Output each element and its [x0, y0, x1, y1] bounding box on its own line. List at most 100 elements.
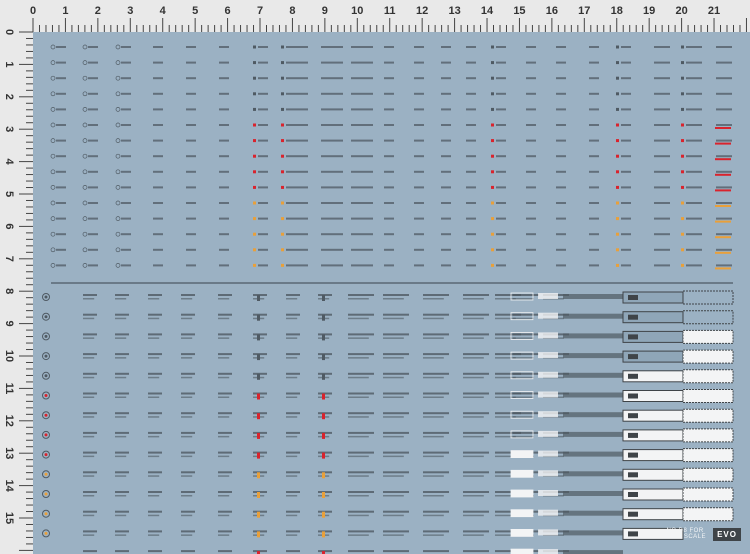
- decal-stripe: [496, 61, 506, 64]
- decal-row-upper: [50, 169, 732, 176]
- decal-label-box: [538, 450, 558, 457]
- decal-hazard-stripe: [563, 451, 623, 457]
- decal-stripe: [463, 455, 484, 458]
- decal-caution-plate: [682, 369, 734, 384]
- decal-stripe: [148, 416, 160, 418]
- decal-sheet: NO.D8 FOR 1/100 SCALE EVO: [33, 32, 750, 554]
- decal-stripe: [88, 186, 98, 189]
- decal-stripe: [423, 372, 449, 375]
- decal-chevron: [628, 354, 638, 360]
- decal-row-lower: [42, 349, 734, 364]
- decal-label-box: [538, 549, 558, 554]
- decal-stripe: [148, 392, 162, 395]
- ruler-label: 3: [3, 126, 15, 132]
- decal-stripe: [348, 471, 374, 474]
- decal-stripe: [219, 46, 229, 48]
- decal-accent-dot: [281, 170, 284, 174]
- decal-stripe: [441, 248, 451, 251]
- decal-stripe: [181, 337, 193, 339]
- decal-stripe: [423, 357, 444, 359]
- decal-stripe: [219, 77, 229, 80]
- decal-stripe: [56, 46, 66, 48]
- decal-accent-dot: [491, 123, 494, 127]
- ruler-label: 11: [3, 383, 15, 395]
- decal-stripe: [348, 357, 369, 359]
- decal-stripe: [621, 155, 631, 158]
- ruler-label: 6: [225, 5, 231, 17]
- decal-stripe: [115, 550, 129, 553]
- decal-stripe: [83, 412, 97, 415]
- ruler-label: 7: [3, 256, 15, 262]
- decal-stripe: [83, 313, 97, 316]
- decal-stripe: [716, 186, 732, 189]
- decal-accent-bar: [322, 432, 325, 439]
- decal-stripe: [83, 534, 95, 536]
- decal-stripe: [83, 530, 97, 533]
- decal-stripe: [513, 333, 539, 336]
- decal-stripe: [348, 372, 374, 375]
- decal-stripe: [348, 412, 374, 415]
- decal-stripe: [83, 353, 97, 356]
- decal-stripe: [441, 202, 451, 204]
- decal-stripe: [414, 61, 424, 64]
- decal-stripe: [186, 108, 196, 111]
- decal-stripe: [121, 186, 131, 189]
- decal-target-center: [44, 315, 48, 319]
- decal-stripe: [56, 124, 66, 126]
- decal-stripe: [148, 495, 160, 497]
- decal-stripe: [286, 92, 308, 95]
- decal-stripe: [286, 376, 298, 379]
- decal-stripe: [383, 435, 404, 438]
- decal-stripe: [153, 92, 163, 95]
- decal-stripe: [115, 435, 127, 438]
- ruler-label: 7: [257, 5, 263, 17]
- decal-stripe: [441, 155, 451, 158]
- decal-artwork: [42, 44, 734, 554]
- decal-stripe: [716, 233, 732, 236]
- decal-accent-dot: [681, 76, 684, 80]
- decal-row-lower: [42, 527, 684, 540]
- decal-stripe: [181, 471, 195, 474]
- decal-stripe: [121, 170, 131, 173]
- decal-accent-dot: [616, 45, 619, 49]
- decal-stripe: [686, 248, 702, 251]
- decal-accent-stripe: [715, 236, 731, 239]
- decal-stripe: [463, 534, 484, 536]
- decal-accent-dot: [253, 201, 256, 205]
- decal-target-center: [44, 453, 48, 457]
- decal-stripe: [513, 298, 534, 300]
- decal-stripe: [148, 475, 160, 477]
- decal-stripe: [115, 313, 129, 316]
- decal-stripe: [463, 313, 489, 316]
- decal-stripe: [321, 46, 343, 48]
- decal-stripe: [83, 491, 97, 493]
- decal-stripe: [383, 396, 404, 398]
- decal-stripe: [686, 186, 702, 189]
- decal-accent-dot: [616, 217, 619, 221]
- decal-stripe: [258, 170, 268, 173]
- decal-stripe: [56, 155, 66, 158]
- decal-stripe: [321, 108, 343, 111]
- decal-stripe: [351, 217, 373, 220]
- decal-stripe: [153, 248, 163, 251]
- decal-row-upper: [50, 107, 732, 112]
- decal-stripe: [716, 202, 732, 204]
- decal-stripe: [621, 124, 631, 126]
- decal-accent-dot: [681, 45, 684, 49]
- decal-accent-dot: [491, 76, 494, 80]
- decal-stripe: [115, 475, 127, 477]
- decal-stripe: [589, 186, 599, 189]
- decal-stripe: [686, 264, 702, 267]
- decal-stripe: [258, 108, 268, 111]
- decal-stripe: [423, 392, 449, 395]
- decal-stripe: [83, 337, 95, 339]
- decal-accent-bar: [257, 452, 260, 459]
- decal-stripe: [351, 46, 373, 48]
- decal-stripe: [218, 431, 232, 434]
- ruler-label: 1: [3, 61, 15, 67]
- decal-accent-bar: [257, 511, 260, 518]
- ruler-label: 19: [643, 5, 655, 17]
- caption-line-2: 1/100 SCALE: [664, 534, 706, 540]
- decal-stripe: [686, 170, 702, 173]
- decal-stripe: [654, 217, 670, 220]
